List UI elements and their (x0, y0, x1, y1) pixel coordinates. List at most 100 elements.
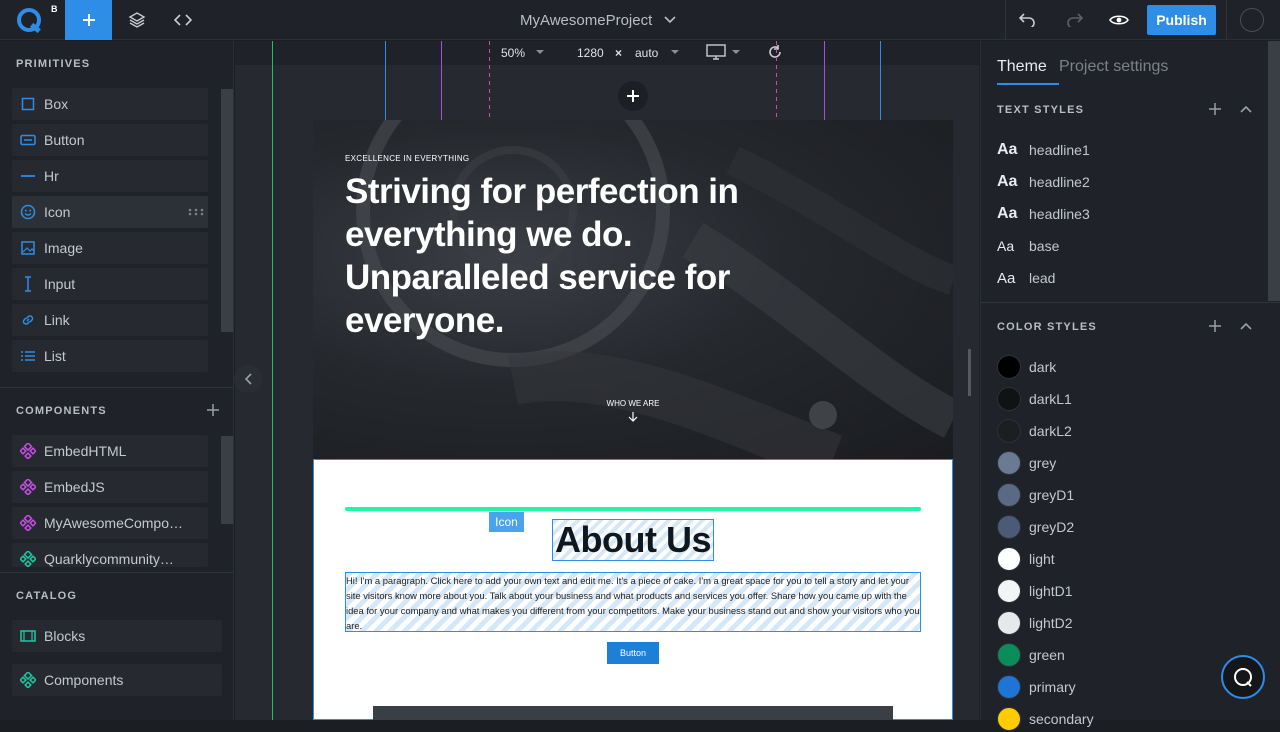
list-icon (12, 350, 44, 362)
primitive-label: Link (44, 312, 70, 328)
divider (0, 387, 234, 388)
accent-line[interactable] (345, 507, 921, 511)
avatar[interactable] (1240, 8, 1264, 32)
canvas-area[interactable]: 50% 1280 × auto EXCELLENCE IN EVERYTHING… (235, 41, 979, 720)
blocks-icon (12, 630, 44, 642)
primitive-label: Box (44, 96, 69, 112)
hero-title[interactable]: Striving for perfection in everything we… (345, 170, 805, 342)
chevron-up-icon[interactable] (1240, 322, 1252, 330)
color-style-darkL2[interactable]: darkL2 (997, 418, 1072, 444)
about-heading[interactable]: About Us (552, 519, 714, 561)
primitive-image[interactable]: Image (12, 232, 208, 264)
text-style-headline3[interactable]: Aa headline3 (997, 202, 1090, 226)
primitives-title: PRIMITIVES (16, 58, 91, 70)
text-style-headline1[interactable]: Aa headline1 (997, 138, 1090, 162)
primitive-hr[interactable]: Hr (12, 160, 208, 192)
layers-button[interactable] (114, 0, 160, 40)
color-style-greyD1[interactable]: greyD1 (997, 482, 1074, 508)
component-embedjs[interactable]: EmbedJS (12, 471, 208, 503)
zoom-value[interactable]: 50% (501, 46, 525, 60)
color-style-darkL1[interactable]: darkL1 (997, 386, 1072, 412)
text-style-sample: Aa (997, 173, 1018, 190)
drag-handle-icon[interactable] (184, 208, 208, 216)
canvas-scrollbar[interactable] (968, 349, 971, 396)
primitive-button[interactable]: Button (12, 124, 208, 156)
right-panel-scrollbar[interactable] (1268, 41, 1280, 301)
text-style-base[interactable]: Aa base (997, 234, 1059, 258)
primitive-box[interactable]: Box (12, 88, 208, 120)
tab-underline (997, 83, 1059, 85)
tab-project-settings[interactable]: Project settings (1059, 58, 1168, 76)
add-component-button[interactable] (206, 403, 220, 422)
publish-button[interactable]: Publish (1147, 5, 1216, 35)
height-value[interactable]: auto (635, 46, 658, 60)
chevron-up-icon[interactable] (1240, 105, 1252, 113)
text-style-label: lead (1029, 270, 1056, 286)
color-style-light[interactable]: light (997, 546, 1055, 572)
add-element-button[interactable] (65, 0, 112, 40)
about-paragraph[interactable]: Hi! I'm a paragraph. Click here to add y… (345, 572, 921, 632)
color-style-label: lightD1 (1029, 583, 1073, 599)
preview-button[interactable] (1102, 0, 1136, 40)
width-value[interactable]: 1280 (577, 46, 604, 60)
left-panel: PRIMITIVES Box Button Hr Icon Image Inpu… (0, 41, 234, 720)
code-button[interactable] (160, 0, 206, 40)
undo-button[interactable] (1010, 0, 1044, 40)
component-icon (12, 672, 44, 688)
who-we-are-link[interactable]: WHO WE ARE (313, 399, 953, 408)
about-section[interactable]: Icon About Us Hi! I'm a paragraph. Click… (313, 459, 953, 720)
color-style-greyD2[interactable]: greyD2 (997, 514, 1074, 540)
component-myawesome[interactable]: MyAwesomeCompo… (12, 507, 208, 539)
color-style-dark[interactable]: dark (997, 354, 1056, 380)
add-block-button[interactable] (618, 81, 648, 111)
color-style-secondary[interactable]: secondary (997, 706, 1094, 732)
color-swatch (997, 611, 1021, 635)
text-style-sample: Aa (997, 205, 1018, 222)
component-embedhtml[interactable]: EmbedHTML (12, 435, 208, 467)
hero-eyebrow[interactable]: EXCELLENCE IN EVERYTHING (345, 154, 469, 163)
canvas-button[interactable]: Button (607, 642, 659, 664)
color-swatch (997, 643, 1021, 667)
color-styles-title: COLOR STYLES (997, 321, 1097, 333)
color-style-label: green (1029, 647, 1065, 663)
image-icon (12, 241, 44, 255)
primitive-input[interactable]: Input (12, 268, 208, 300)
logo[interactable]: B (0, 0, 64, 40)
hero-section[interactable]: EXCELLENCE IN EVERYTHING Striving for pe… (313, 120, 953, 459)
primitive-link[interactable]: Link (12, 304, 208, 336)
collapse-panel-button[interactable] (234, 365, 262, 393)
redo-button[interactable] (1058, 0, 1092, 40)
text-style-lead[interactable]: Aa lead (997, 266, 1055, 290)
primitive-label: Button (44, 132, 85, 148)
component-label: MyAwesomeCompo… (44, 515, 184, 531)
selection-tag: Icon (489, 512, 524, 532)
color-style-grey[interactable]: grey (997, 450, 1056, 476)
color-style-green[interactable]: green (997, 642, 1065, 668)
project-title[interactable]: MyAwesomeProject (520, 0, 676, 40)
text-style-headline2[interactable]: Aa headline2 (997, 170, 1090, 194)
redo-icon (1067, 13, 1084, 27)
components-title: COMPONENTS (16, 405, 107, 417)
component-quarklycommunity[interactable]: Quarklycommunity… (12, 543, 208, 567)
text-cursor-icon (12, 276, 44, 292)
primitive-label: Image (44, 240, 83, 256)
color-style-primary[interactable]: primary (997, 674, 1076, 700)
top-bar: B MyAwesomeProject Publish (0, 0, 1280, 40)
color-swatch (997, 451, 1021, 475)
color-style-lightD1[interactable]: lightD1 (997, 578, 1073, 604)
plus-icon[interactable] (1208, 319, 1222, 333)
primitive-icon[interactable]: Icon (12, 196, 208, 228)
chat-button[interactable] (1221, 655, 1265, 699)
plus-icon (207, 404, 219, 416)
primitives-scrollbar[interactable] (221, 89, 233, 332)
plus-icon[interactable] (1208, 102, 1222, 116)
primitive-list[interactable]: List (12, 340, 208, 372)
project-name: MyAwesomeProject (520, 11, 653, 29)
color-style-lightD2[interactable]: lightD2 (997, 610, 1073, 636)
chevron-left-icon (244, 373, 252, 385)
components-scrollbar[interactable] (221, 436, 233, 524)
catalog-blocks[interactable]: Blocks (12, 620, 222, 652)
catalog-components[interactable]: Components (12, 664, 222, 696)
color-swatch (997, 707, 1021, 731)
tab-theme[interactable]: Theme (997, 58, 1047, 76)
